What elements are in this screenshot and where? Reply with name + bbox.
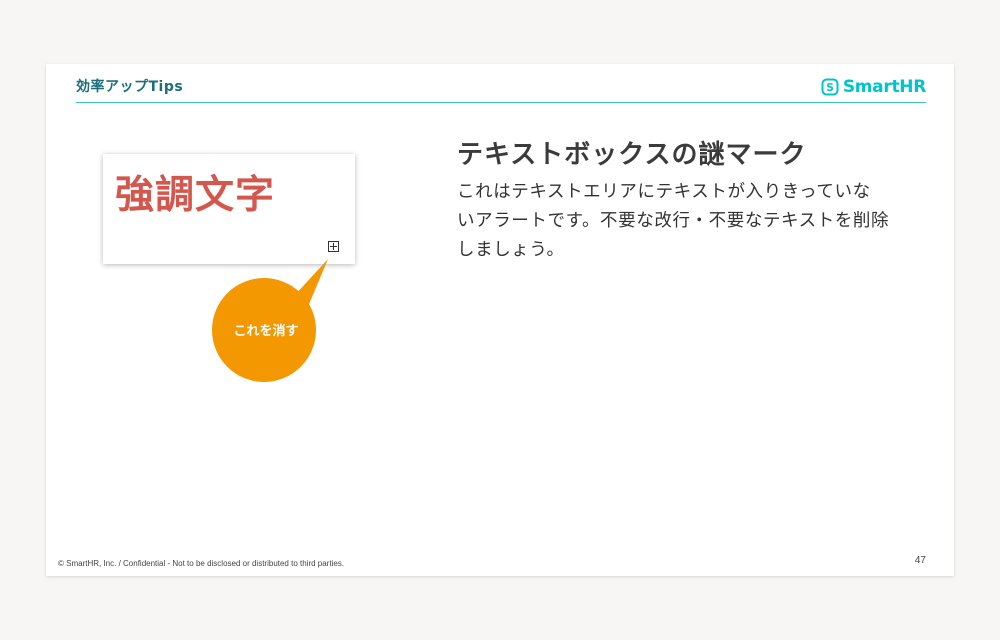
body-line: いアラートです。不要な改行・不要なテキストを削除 bbox=[457, 211, 890, 231]
body-line: しましょう。 bbox=[457, 240, 565, 260]
page-number: 47 bbox=[914, 555, 926, 566]
section-title: 効率アップTips bbox=[76, 79, 184, 95]
slide-headline: テキストボックスの謎マーク bbox=[457, 140, 807, 170]
callout-label: これを消す bbox=[233, 324, 299, 339]
body-line: これはテキストエリアにテキストが入りきっていな bbox=[457, 182, 871, 202]
logo-text: SmartHR bbox=[842, 77, 926, 97]
svg-text:S: S bbox=[826, 82, 834, 94]
sample-emphasis-text: 強調文字 bbox=[115, 173, 276, 218]
smarthr-logo: S SmartHR bbox=[821, 76, 926, 98]
boxed-plus-icon bbox=[328, 241, 339, 252]
footer-copyright: © SmartHR, Inc. / Confidential - Not to … bbox=[58, 559, 345, 568]
header-divider bbox=[76, 102, 926, 103]
slide-body-text: これはテキストエリアにテキストが入りきっていな いアラートです。不要な改行・不要… bbox=[457, 178, 923, 265]
slide: 効率アップTips S SmartHR 強調文字 これを消す テキストボックスの… bbox=[46, 64, 954, 576]
sample-text-box: 強調文字 bbox=[103, 154, 355, 264]
smarthr-logo-icon: S bbox=[821, 78, 839, 96]
